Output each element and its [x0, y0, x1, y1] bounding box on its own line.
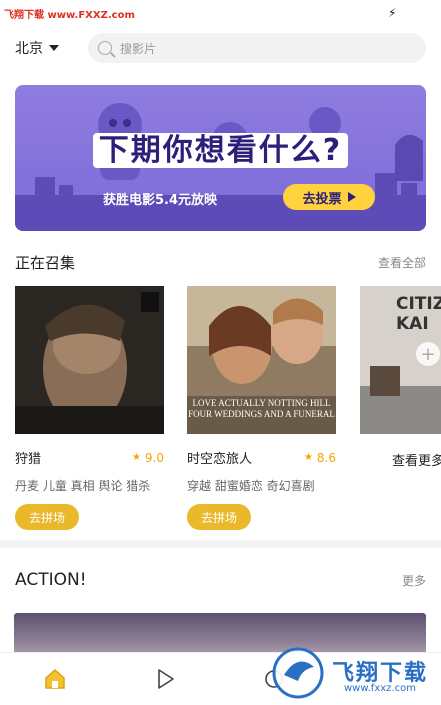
home-icon — [45, 668, 65, 689]
poster-caption: LOVE ACTUALLY NOTTING HILL FOUR WEDDINGS… — [188, 398, 335, 419]
star-icon: ★ — [303, 452, 313, 463]
promo-banner[interactable]: 下期你想看什么? 获胜电影5.4元放映 去投票 — [15, 85, 426, 231]
bolt-icon: ⚡ — [388, 6, 397, 20]
banner-subtitle: 获胜电影5.4元放映 — [103, 193, 218, 208]
movie-title: 时空恋旅人 — [187, 452, 253, 467]
city-selector[interactable]: 北京 — [15, 38, 59, 58]
section-divider — [0, 540, 441, 548]
play-icon — [347, 192, 356, 202]
banner-title: 下期你想看什么? — [15, 125, 426, 169]
movie-card[interactable]: LOVE ACTUALLY NOTTING HILL FOUR WEDDINGS… — [187, 286, 336, 530]
movie-title: 狩猎 — [15, 452, 42, 467]
star-icon: ★ — [131, 452, 141, 463]
movie-tags: 丹麦 儿童 真相 舆论 猎杀 — [15, 479, 151, 493]
watermark-text: 飞翔下载 www.FXXZ.com — [4, 10, 135, 21]
rating: ★ 9.0 — [132, 451, 164, 465]
see-more-link[interactable]: 查看更多 — [392, 450, 441, 469]
section-title: ACTION! — [15, 570, 87, 590]
section-header-action: ACTION! 更多 — [15, 570, 426, 590]
search-placeholder: 搜影片 — [120, 41, 157, 56]
watermark-url: www.fxxz.com — [344, 683, 416, 694]
search-icon — [98, 41, 112, 55]
search-bar[interactable]: 搜影片 — [88, 33, 426, 63]
tab-home[interactable] — [43, 667, 67, 691]
rating: ★ 8.6 — [304, 451, 336, 465]
tab-play[interactable] — [153, 667, 177, 691]
city-label: 北京 — [15, 41, 43, 57]
vote-button[interactable]: 去投票 — [283, 184, 375, 210]
movie-card[interactable]: 狩猎 ★ 9.0 丹麦 儿童 真相 舆论 猎杀 去拼场 — [15, 286, 164, 530]
caret-down-icon — [49, 45, 59, 51]
rating-value: 9.0 — [144, 450, 164, 465]
add-icon[interactable]: + — [416, 342, 440, 366]
join-screening-button[interactable]: 去拼场 — [15, 504, 79, 530]
rating-value: 8.6 — [316, 450, 336, 465]
top-bar: 北京 搜影片 — [0, 30, 441, 66]
join-screening-button[interactable]: 去拼场 — [187, 504, 251, 530]
more-link[interactable]: 更多 — [402, 572, 426, 589]
view-all-link[interactable]: 查看全部 — [378, 254, 426, 271]
movie-tags: 穿越 甜蜜婚恋 奇幻喜剧 — [187, 479, 315, 493]
section-title: 正在召集 — [15, 254, 76, 272]
play-icon — [158, 669, 174, 689]
movie-poster-partial[interactable]: CITIZ KAI + — [360, 286, 441, 434]
section-header-collecting: 正在召集 查看全部 — [15, 252, 426, 273]
status-bar: 飞翔下载 www.FXXZ.com ⚡ — [0, 0, 441, 26]
movie-poster[interactable] — [15, 286, 164, 434]
poster-image — [15, 286, 164, 434]
vote-button-label: 去投票 — [302, 191, 342, 207]
movie-poster[interactable]: LOVE ACTUALLY NOTTING HILL FOUR WEDDINGS… — [187, 286, 336, 434]
watermark-logo: 飞翔下载 www.fxxz.com — [270, 645, 438, 700]
poster-caption: CITIZ KAI — [396, 294, 441, 334]
